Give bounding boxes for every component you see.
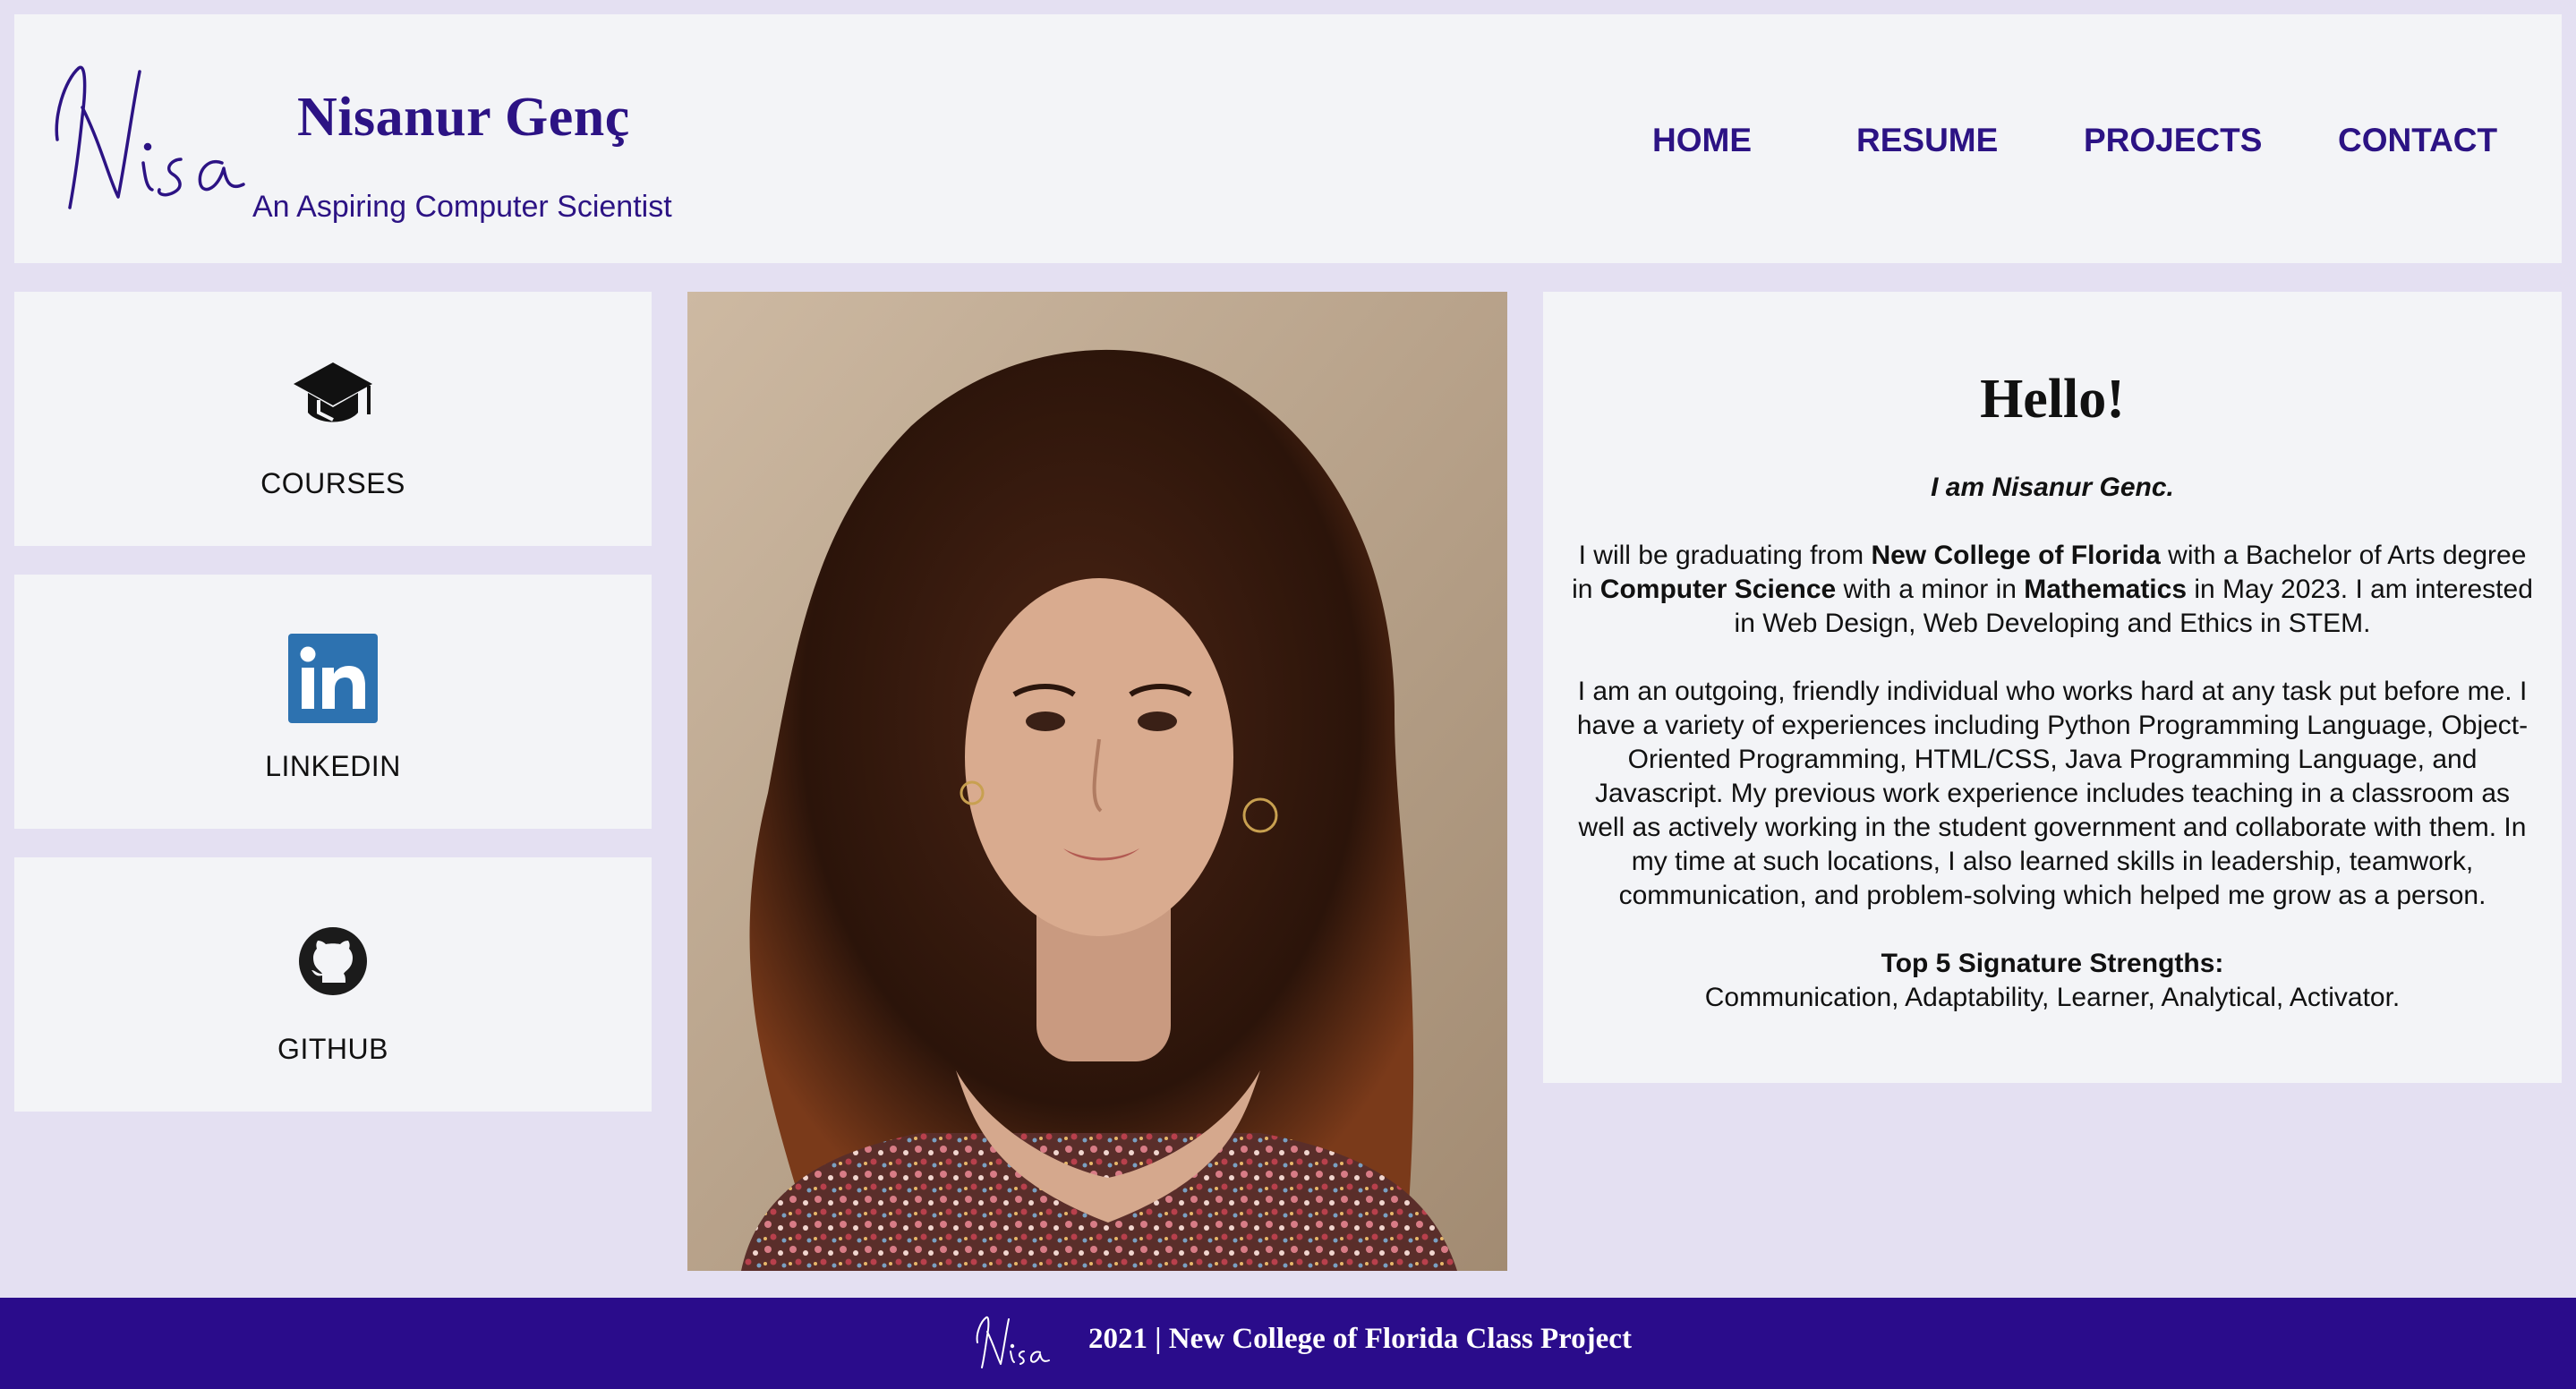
strengths-title: Top 5 Signature Strengths: bbox=[1881, 949, 2224, 978]
footer-signature-logo bbox=[976, 1316, 1050, 1368]
site-tagline: An Aspiring Computer Scientist bbox=[252, 190, 672, 224]
intro-name: I am Nisanur Genc. bbox=[1931, 473, 2174, 502]
linkedin-card[interactable]: LINKEDIN bbox=[14, 575, 652, 829]
linkedin-label: LINKEDIN bbox=[265, 750, 401, 782]
graduation-cap-icon bbox=[294, 362, 372, 422]
linkedin-icon bbox=[288, 634, 378, 723]
github-card[interactable]: GITHUB bbox=[14, 857, 652, 1112]
courses-card[interactable]: COURSES bbox=[14, 292, 652, 546]
intro-paragraph-2: I am an outgoing, friendly individual wh… bbox=[1576, 677, 2529, 910]
nav-contact-link[interactable]: CONTACT bbox=[2338, 122, 2497, 159]
github-icon bbox=[299, 927, 367, 995]
github-label: GITHUB bbox=[277, 1033, 388, 1065]
strengths-list: Communication, Adaptability, Learner, An… bbox=[1704, 983, 2401, 1012]
nav-projects-link[interactable]: PROJECTS bbox=[2084, 122, 2262, 159]
intro-heading: Hello! bbox=[1980, 369, 2125, 430]
nav-home-link[interactable]: HOME bbox=[1652, 122, 1752, 159]
footer-text: 2021 | New College of Florida Class Proj… bbox=[1088, 1323, 1632, 1355]
intro-paragraph-1: I will be graduating from New College of… bbox=[1572, 541, 2533, 638]
intro-panel: Hello! I am Nisanur Genc. I will be grad… bbox=[1543, 292, 2562, 1083]
nav-resume-link[interactable]: RESUME bbox=[1856, 122, 1998, 159]
courses-label: COURSES bbox=[260, 467, 405, 499]
profile-photo bbox=[687, 292, 1507, 1271]
main-nav: HOME RESUME PROJECTS CONTACT bbox=[14, 122, 2562, 175]
site-footer: 2021 | New College of Florida Class Proj… bbox=[0, 1298, 2576, 1389]
site-header: Nisanur Genç An Aspiring Computer Scient… bbox=[14, 14, 2562, 263]
